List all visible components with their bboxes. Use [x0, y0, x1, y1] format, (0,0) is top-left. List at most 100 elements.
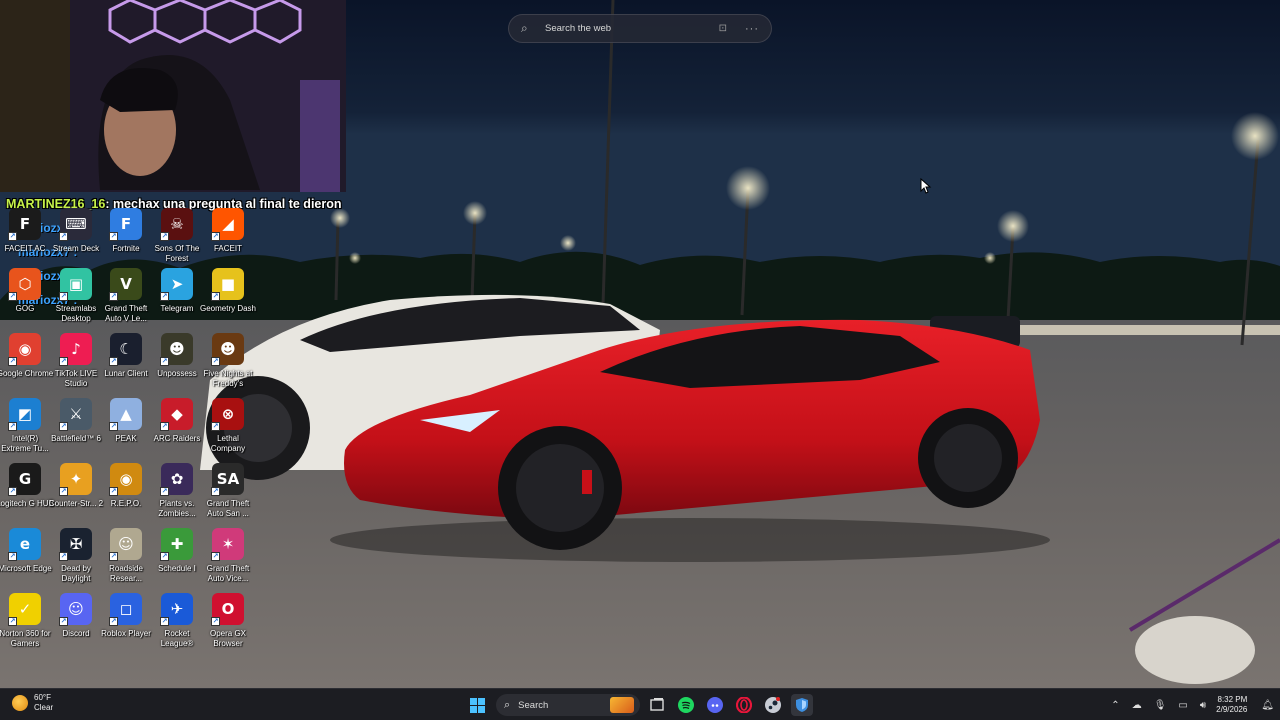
network-icon[interactable]: ▭ — [1178, 700, 1187, 711]
desktop-icon-grand-theft-auto-v-le[interactable]: V ↗ Grand Theft Auto V Le... — [101, 268, 151, 323]
shortcut-arrow-icon: ↗ — [160, 617, 169, 626]
desktop-icon-fortnite[interactable]: F ↗ Fortnite — [101, 208, 151, 254]
volume-icon[interactable]: 🔊︎ — [1200, 700, 1206, 711]
gog-icon: ⬡ ↗ — [8, 268, 41, 301]
opera-gx-icon — [736, 697, 752, 713]
taskbar-app-spotify[interactable] — [675, 694, 697, 716]
desktop-icon-label: Rocket League® — [160, 629, 194, 648]
notification-icon[interactable]: 🔔︎ — [1261, 700, 1274, 711]
microphone-icon[interactable]: 🎙︎ — [1154, 700, 1167, 711]
desktop-icon-lethal-company[interactable]: ⊗ ↗ Lethal Company — [203, 398, 253, 453]
desktop-icon-dead-by-daylight[interactable]: ✠ ↗ Dead by Daylight — [51, 528, 101, 583]
shortcut-arrow-icon: ↗ — [59, 487, 68, 496]
desktop-icon-arc-raiders[interactable]: ◆ ↗ ARC Raiders — [152, 398, 202, 444]
discord-icon: ☺ ↗ — [59, 593, 92, 626]
desktop-icon-faceit[interactable]: ◢ ↗ FACEIT — [203, 208, 253, 254]
more-options-icon[interactable]: ··· — [745, 23, 759, 35]
taskbar-app-explorer[interactable] — [791, 694, 813, 716]
desktop-icon-tiktok-live-studio[interactable]: ♪ ↗ TikTok LIVE Studio — [51, 333, 101, 388]
desktop-icon-geometry-dash[interactable]: ■ ↗ Geometry Dash — [200, 268, 256, 314]
roadside-resear-icon: ☺ ↗ — [109, 528, 142, 561]
desktop-icon-rocket-league[interactable]: ✈ ↗ Rocket League® — [152, 593, 202, 648]
shortcut-arrow-icon: ↗ — [109, 232, 118, 241]
weather-sun-icon — [12, 695, 28, 711]
desktop-icon-label: Unpossess — [157, 369, 197, 378]
desktop-icon-opera-gx-browser[interactable]: O ↗ Opera GX Browser — [203, 593, 253, 648]
desktop-icon-grand-theft-auto-vice[interactable]: ✶ ↗ Grand Theft Auto Vice... — [203, 528, 253, 583]
desktop-icon-intel-r-extreme-tu[interactable]: ◩ ↗ Intel(R) Extreme Tu... — [0, 398, 50, 453]
windows-logo-icon — [469, 697, 485, 713]
desktop-icon-sons-of-the-forest[interactable]: ☠ ↗ Sons Of The Forest — [152, 208, 202, 263]
task-view-button[interactable] — [646, 694, 668, 716]
logitech-g-hub-icon: G ↗ — [8, 463, 41, 496]
telegram-icon: ➤ ↗ — [160, 268, 193, 301]
weather-widget[interactable]: 60°F Clear — [12, 693, 53, 713]
desktop-icon-norton-360-for-gamers[interactable]: ✓ ↗ Norton 360 for Gamers — [0, 593, 51, 648]
start-button[interactable] — [466, 694, 488, 716]
onedrive-icon[interactable]: ☁ — [1132, 700, 1142, 711]
desktop-icon-unpossess[interactable]: ☻ ↗ Unpossess — [152, 333, 202, 379]
desktop-icon-microsoft-edge[interactable]: e ↗ Microsoft Edge — [0, 528, 52, 574]
shortcut-arrow-icon: ↗ — [160, 487, 169, 496]
clock[interactable]: 8:32 PM 2/9/2026 — [1216, 695, 1247, 715]
shortcut-arrow-icon: ↗ — [59, 617, 68, 626]
desktop-icon-google-chrome[interactable]: ◉ ↗ Google Chrome — [0, 333, 53, 379]
tiktok-live-studio-icon: ♪ ↗ — [59, 333, 92, 366]
clock-time: 8:32 PM — [1217, 695, 1248, 704]
web-search-bar[interactable]: ⌕ Search the web ⊡ ··· — [508, 14, 772, 43]
desktop-icon-label: Sons Of The Forest — [154, 244, 200, 263]
visual-search-icon[interactable]: ⊡ — [719, 23, 727, 34]
desktop-icon-label: PEAK — [115, 434, 137, 443]
spotify-icon — [678, 697, 694, 713]
desktop-icon-peak[interactable]: ▲ ↗ PEAK — [101, 398, 151, 444]
desktop-icon-five-nights-at-freddy-s[interactable]: ☻ ↗ Five Nights at Freddy's — [203, 333, 253, 388]
shortcut-arrow-icon: ↗ — [211, 232, 220, 241]
geometry-dash-icon: ■ ↗ — [211, 268, 244, 301]
shortcut-arrow-icon: ↗ — [211, 422, 220, 431]
desktop-icon-r-e-p-o[interactable]: ◉ ↗ R.E.P.O. — [101, 463, 151, 509]
webcam-overlay — [0, 0, 346, 192]
desktop-icon-battlefield-6[interactable]: ⚔ ↗ Battlefield™ 6 — [51, 398, 101, 444]
shortcut-arrow-icon: ↗ — [8, 232, 17, 241]
shortcut-arrow-icon: ↗ — [59, 422, 68, 431]
shortcut-arrow-icon: ↗ — [109, 357, 118, 366]
taskbar-app-opera-gx[interactable] — [733, 694, 755, 716]
desktop-icon-counter-str-2[interactable]: ✦ ↗ Counter-Str... 2 — [49, 463, 103, 509]
desktop-icon-label: Grand Theft Auto San ... — [206, 499, 250, 518]
desktop-icon-label: Grand Theft Auto V Le... — [104, 304, 148, 323]
taskbar-search[interactable]: ⌕ Search — [496, 694, 640, 716]
desktop-icon-roblox-player[interactable]: ◻ ↗ Roblox Player — [101, 593, 151, 639]
desktop-icon-stream-deck[interactable]: ⌨ ↗ Stream Deck — [51, 208, 101, 254]
desktop-icon-label: Norton 360 for Gamers — [0, 629, 51, 648]
shield-icon — [796, 698, 808, 712]
search-highlight-icon — [610, 697, 634, 713]
shortcut-arrow-icon: ↗ — [8, 422, 17, 431]
taskbar-app-discord[interactable] — [704, 694, 726, 716]
taskbar-app-steam[interactable] — [762, 694, 784, 716]
shortcut-arrow-icon: ↗ — [211, 487, 220, 496]
shortcut-arrow-icon: ↗ — [59, 552, 68, 561]
desktop-icon-streamlabs-desktop[interactable]: ▣ ↗ Streamlabs Desktop — [51, 268, 101, 323]
desktop-icon-label: Grand Theft Auto Vice... — [206, 564, 250, 583]
desktop-icon-lunar-client[interactable]: ☾ ↗ Lunar Client — [101, 333, 151, 379]
desktop-icon-faceit-ac[interactable]: F ↗ FACEIT AC — [0, 208, 50, 254]
desktop-icon-roadside-resear[interactable]: ☺ ↗ Roadside Resear... — [101, 528, 151, 583]
desktop-icon-gog[interactable]: ⬡ ↗ GOG — [0, 268, 50, 314]
desktop-icon-label: Roblox Player — [101, 629, 151, 638]
desktop-icon-plants-vs-zombies[interactable]: ✿ ↗ Plants vs. Zombies... — [152, 463, 202, 518]
shortcut-arrow-icon: ↗ — [160, 232, 169, 241]
chevron-up-icon[interactable]: ⌃ — [1111, 700, 1119, 711]
lethal-company-icon: ⊗ ↗ — [211, 398, 244, 431]
grand-theft-auto-vice-icon: ✶ ↗ — [211, 528, 244, 561]
desktop-icon-logitech-g-hub[interactable]: G ↗ Logitech G HUB — [0, 463, 54, 509]
desktop-icon-telegram[interactable]: ➤ ↗ Telegram — [152, 268, 202, 314]
desktop-icon-discord[interactable]: ☺ ↗ Discord — [51, 593, 101, 639]
desktop-icon-grand-theft-auto-san[interactable]: SA ↗ Grand Theft Auto San ... — [203, 463, 253, 518]
streamlabs-desktop-icon: ▣ ↗ — [59, 268, 92, 301]
desktop-icon-schedule-i[interactable]: ✚ ↗ Schedule I — [152, 528, 202, 574]
microsoft-edge-icon: e ↗ — [8, 528, 41, 561]
shortcut-arrow-icon: ↗ — [59, 232, 68, 241]
desktop-icon-label: Intel(R) Extreme Tu... — [1, 434, 49, 453]
desktop-icon-label: Lunar Client — [104, 369, 148, 378]
desktop-icon-label: Roadside Resear... — [109, 564, 143, 583]
